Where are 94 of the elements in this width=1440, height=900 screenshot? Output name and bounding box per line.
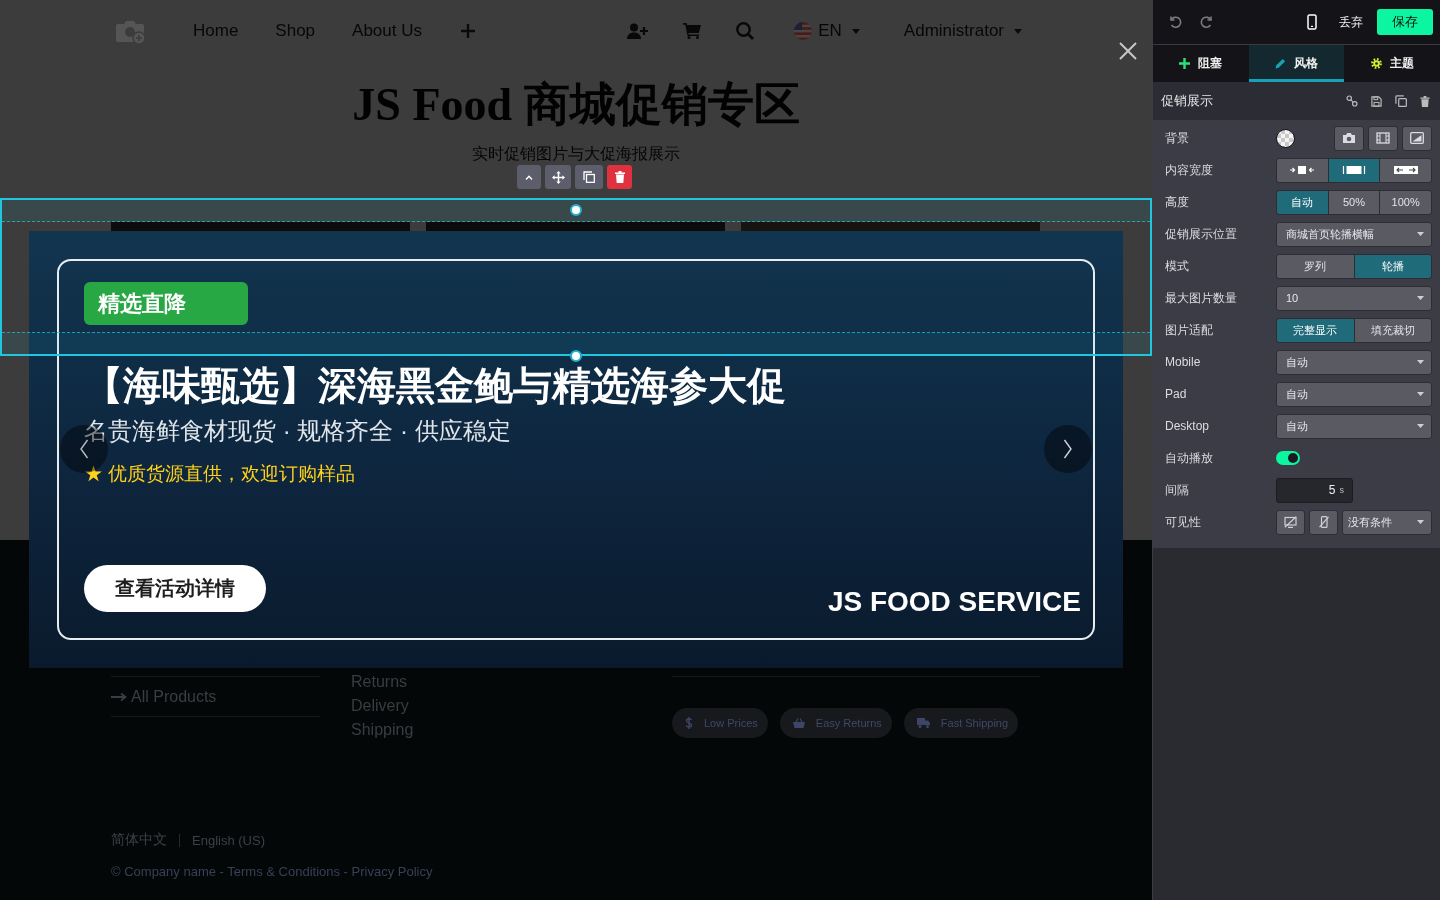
option-label: Pad <box>1165 387 1188 401</box>
discard-button[interactable]: 丢弃 <box>1339 13 1363 31</box>
caret-icon <box>1014 28 1022 34</box>
segment-button[interactable]: 100% <box>1380 190 1431 214</box>
truck-icon <box>916 718 930 728</box>
segment-button[interactable]: 罗列 <box>1277 254 1354 278</box>
shrink-width-icon <box>1290 165 1315 175</box>
toggle-switch[interactable] <box>1276 451 1300 465</box>
boxed-width-icon <box>1342 165 1366 175</box>
hide-on-mobile-button[interactable] <box>1309 509 1338 535</box>
segment-button[interactable]: 完整显示 <box>1277 318 1354 342</box>
caret-icon <box>1417 360 1424 364</box>
resize-handle[interactable] <box>570 204 582 216</box>
caret-icon <box>851 28 860 34</box>
undo-icon[interactable] <box>1168 15 1182 29</box>
dropdown[interactable]: 自动 <box>1276 413 1432 439</box>
pencil-icon <box>1275 58 1286 69</box>
dropdown[interactable]: 没有条件 <box>1342 509 1432 535</box>
copyright-text: © Company name - Terms & Conditions - Privacy Policy <box>111 864 434 880</box>
dropdown[interactable]: 10 <box>1276 285 1432 311</box>
save-icon[interactable] <box>1371 95 1382 107</box>
option-label: Mobile <box>1165 355 1202 369</box>
color-swatch-icon[interactable] <box>1276 128 1295 148</box>
option-label: 间隔 <box>1165 481 1190 499</box>
option-label: 图片适配 <box>1165 321 1214 339</box>
width-option-button[interactable] <box>1328 158 1380 182</box>
drag-button[interactable] <box>545 165 571 189</box>
option-label: 可见性 <box>1165 513 1202 531</box>
option-label: 高度 <box>1165 193 1190 211</box>
banner-headline: 【海味甄选】深海黑金鲍与精选海参大促 <box>84 363 786 409</box>
film-icon <box>1376 132 1390 144</box>
close-icon[interactable] <box>1119 42 1137 60</box>
video-button[interactable] <box>1368 125 1398 151</box>
segment-button[interactable]: 填充裁切 <box>1354 318 1431 342</box>
option-label: 内容宽度 <box>1165 161 1214 179</box>
gradient-button[interactable] <box>1402 125 1432 151</box>
caret-icon <box>1417 424 1424 428</box>
move-icon <box>551 170 565 184</box>
option-label: 背景 <box>1165 129 1190 147</box>
option-label: 自动播放 <box>1165 449 1214 467</box>
details-button[interactable]: 查看活动详情 <box>84 565 266 612</box>
caret-icon <box>1417 296 1424 300</box>
move-up-button[interactable] <box>517 165 541 189</box>
option-label: 最大图片数量 <box>1165 289 1238 307</box>
dropdown[interactable]: 自动 <box>1276 381 1432 407</box>
page-title: JS Food 商城促销专区 <box>351 80 801 130</box>
gear-icon <box>1370 58 1382 69</box>
feature-badge: Easy Returns <box>779 708 892 738</box>
dropdown[interactable]: 商城首页轮播横幅 <box>1276 221 1432 247</box>
full-width-icon <box>1393 165 1418 175</box>
segment-button[interactable]: 自动 <box>1277 190 1328 214</box>
arrow-right-icon <box>111 691 127 702</box>
copy-icon[interactable] <box>1395 95 1407 107</box>
redo-icon[interactable] <box>1200 15 1214 29</box>
caret-icon <box>1417 232 1424 236</box>
chevron-up-icon <box>525 174 533 180</box>
image-button[interactable] <box>1334 125 1364 151</box>
panel-tab[interactable]: 风格 <box>1248 45 1345 82</box>
chevron-right-icon <box>1063 439 1073 459</box>
block-title: 促销展示 <box>1161 92 1213 110</box>
mobile-icon[interactable] <box>1307 14 1317 30</box>
basket-icon <box>792 718 805 728</box>
link-icon[interactable] <box>1346 95 1358 107</box>
copy-icon <box>583 171 595 183</box>
banner-note: ★ 优质货源直供，欢迎订购样品 <box>84 462 356 486</box>
plus-icon <box>1179 58 1191 69</box>
mobile-slash-icon <box>1317 516 1330 528</box>
feature-badge: Low Prices <box>672 708 768 738</box>
dropdown[interactable]: 自动 <box>1276 349 1432 375</box>
gradient-icon <box>1410 132 1424 144</box>
camera-icon <box>1342 132 1356 144</box>
number-field[interactable]: 5 s <box>1276 477 1353 503</box>
caret-icon <box>1417 520 1424 524</box>
width-option-button[interactable] <box>1277 158 1328 182</box>
segment-button[interactable]: 50% <box>1328 190 1380 214</box>
option-label: 促销展示位置 <box>1165 225 1238 243</box>
caret-icon <box>1417 392 1424 396</box>
option-label: Desktop <box>1165 419 1211 433</box>
duplicate-button[interactable] <box>575 165 603 189</box>
save-button[interactable]: 保存 <box>1377 9 1433 35</box>
segment-button[interactable]: 轮播 <box>1354 254 1431 278</box>
delete-button[interactable] <box>607 165 632 189</box>
flag-icon <box>794 22 813 40</box>
dollar-icon <box>685 717 693 729</box>
hide-on-desktop-button[interactable] <box>1276 509 1305 535</box>
trash-icon[interactable] <box>1420 95 1430 107</box>
option-label: 模式 <box>1165 257 1190 275</box>
trash-icon <box>614 171 625 183</box>
banner-subline: 名贵海鲜食材现货 · 规格齐全 · 供应稳定 <box>84 416 511 446</box>
width-option-button[interactable] <box>1380 158 1431 182</box>
brand-text: JS FOOD SERVICE <box>827 586 1081 618</box>
feature-badge: Fast Shipping <box>903 708 1019 738</box>
desktop-slash-icon <box>1284 516 1297 528</box>
promo-tag: 精选直降 <box>84 282 248 325</box>
